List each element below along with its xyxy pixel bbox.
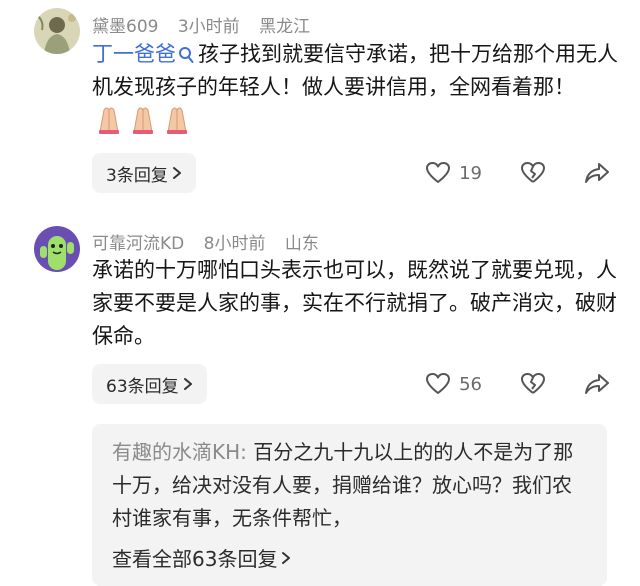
comment-actions: 56 [425, 364, 610, 404]
chevron-right-icon [172, 167, 181, 179]
reply-preview-text: 有趣的水滴KH: 百分之九十九以上的的人不是为了那十万，给决对没有人要，捐赠给谁… [112, 436, 591, 535]
view-all-replies-link[interactable]: 查看全部63条回复 [112, 543, 591, 572]
like-button[interactable]: 19 [425, 161, 520, 185]
comment-text: 丁一爸爸 孩子找到就要信守承诺，把十万给那个用无人机发现孩子的年轻人！做人要讲信用… [92, 38, 622, 144]
like-count: 19 [459, 162, 482, 184]
broken-heart-icon [521, 162, 545, 183]
username[interactable]: 黛墨609 [92, 17, 158, 37]
heart-icon [426, 373, 451, 394]
pray-emoji: 🙏🙏🙏 [575, 71, 576, 72]
timestamp: 3小时前 [177, 17, 240, 37]
replies-count: 3条回复 [106, 165, 168, 186]
comment-meta: 可靠河流KD 8小时前 山东 [92, 229, 333, 254]
avatar[interactable] [34, 226, 80, 272]
comment-meta: 黛墨609 3小时前 黑龙江 [92, 12, 324, 37]
dislike-button[interactable] [520, 161, 546, 185]
avatar[interactable] [34, 8, 80, 54]
reply-preview[interactable]: 有趣的水滴KH: 百分之九十九以上的的人不是为了那十万，给决对没有人要，捐赠给谁… [92, 424, 607, 586]
share-icon [585, 374, 609, 394]
dislike-button[interactable] [520, 372, 546, 396]
chevron-right-icon [183, 378, 192, 390]
comment-item: 可靠河流KD 8小时前 山东 承诺的十万哪怕口头表示也可以，既然说了就要兑现，人… [0, 212, 640, 586]
comment-actions: 19 [425, 153, 610, 193]
timestamp: 8小时前 [203, 234, 266, 254]
mention-link[interactable]: 丁一爸爸 [92, 42, 176, 66]
heart-icon [426, 162, 451, 183]
search-icon[interactable] [178, 46, 194, 64]
location: 山东 [284, 234, 319, 254]
comment-body: 承诺的十万哪怕口头表示也可以，既然说了就要兑现，人家要不要是人家的事，实在不行就… [92, 258, 617, 348]
share-button[interactable] [584, 372, 610, 396]
broken-heart-icon [521, 373, 545, 394]
chevron-right-icon [282, 551, 291, 564]
share-icon [585, 163, 609, 183]
like-count: 56 [459, 373, 482, 395]
pray-icon [92, 104, 194, 144]
replies-button[interactable]: 63条回复 [92, 364, 207, 404]
view-all-label: 查看全部63条回复 [112, 547, 278, 571]
replies-button[interactable]: 3条回复 [92, 153, 196, 193]
location: 黑龙江 [259, 17, 311, 37]
like-button[interactable]: 56 [425, 372, 520, 396]
replies-count: 63条回复 [106, 376, 179, 397]
share-button[interactable] [584, 161, 610, 185]
reply-author[interactable]: 有趣的水滴KH: [112, 440, 247, 464]
username[interactable]: 可靠河流KD [92, 234, 184, 254]
comment-item: 黛墨609 3小时前 黑龙江 丁一爸爸 孩子找到就要信守承诺，把十万给那个用无人机… [0, 0, 640, 200]
